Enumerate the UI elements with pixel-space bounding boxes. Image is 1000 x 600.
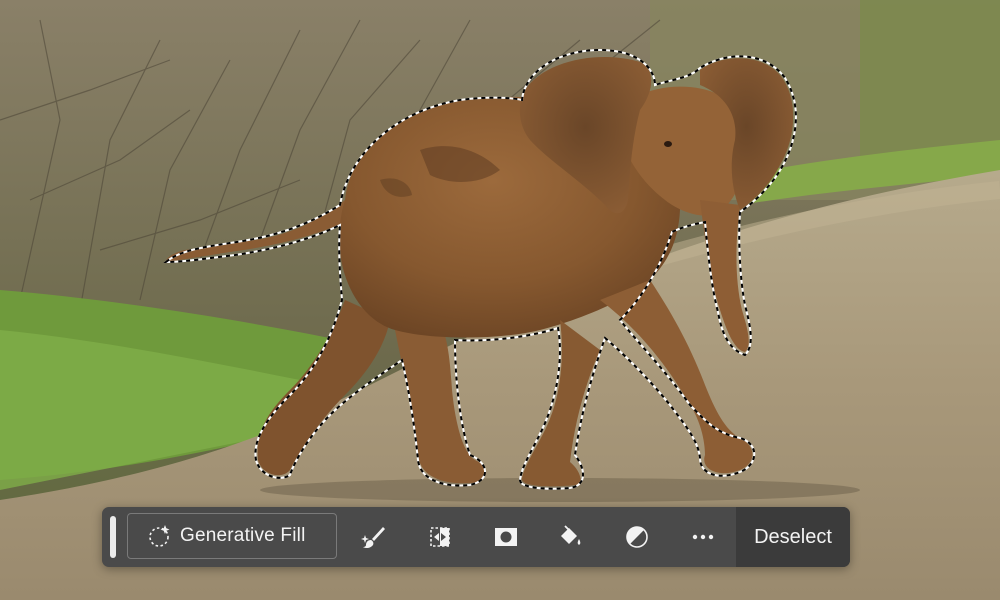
fill-selection-button[interactable] — [553, 520, 587, 554]
create-mask-button[interactable] — [489, 520, 523, 554]
generative-fill-icon — [149, 525, 170, 547]
drag-handle[interactable] — [110, 516, 116, 558]
contextual-task-bar: Generative Fill Deselect — [102, 507, 850, 567]
select-subject-brush-icon — [361, 527, 385, 549]
transform-selection-icon — [430, 527, 450, 547]
adjustment-layer-button[interactable] — [620, 520, 654, 554]
generative-fill-button[interactable]: Generative Fill — [127, 513, 337, 559]
select-subject-brush-button[interactable] — [357, 520, 391, 554]
create-mask-icon — [495, 528, 517, 546]
generative-fill-label: Generative Fill — [180, 525, 306, 546]
more-options-button[interactable] — [686, 520, 720, 554]
adjustment-layer-icon — [626, 526, 648, 548]
deselect-button[interactable]: Deselect — [736, 507, 850, 567]
more-options-icon — [692, 534, 714, 540]
transform-selection-button[interactable] — [423, 520, 457, 554]
fill-selection-icon — [561, 525, 581, 545]
